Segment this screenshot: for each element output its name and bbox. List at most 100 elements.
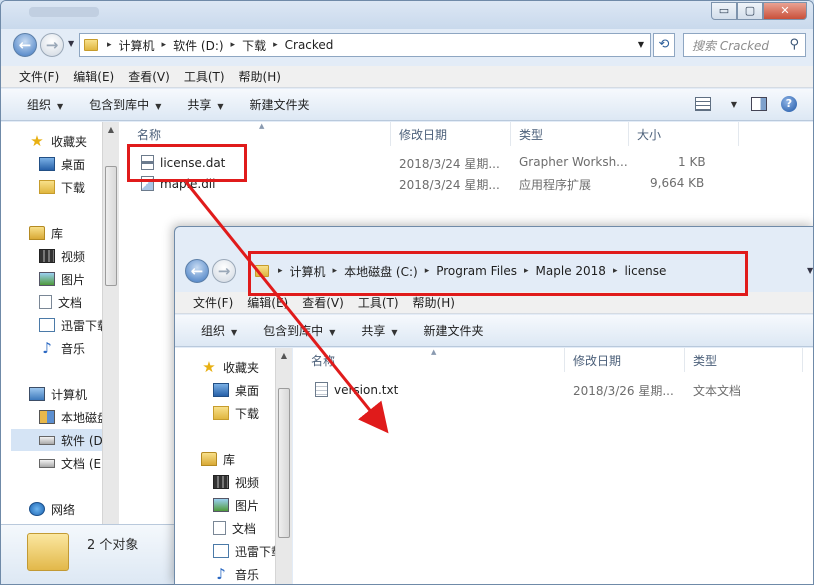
nav-downloads[interactable]: 下载: [213, 402, 259, 424]
menu-file[interactable]: 文件(F): [13, 68, 67, 85]
nav-music[interactable]: ♪ 音乐: [39, 337, 85, 359]
nav-network[interactable]: 网络: [29, 498, 75, 520]
breadcrumb-drive-c[interactable]: 本地磁盘 (C:): [340, 263, 422, 280]
menu-help[interactable]: 帮助(H): [407, 294, 463, 311]
file-row[interactable]: license.dat 2018/3/24 星期... Grapher Work…: [119, 153, 813, 173]
chevron-right-icon[interactable]: ▸: [270, 40, 281, 50]
breadcrumb-computer[interactable]: 计算机: [115, 37, 159, 54]
nav-favorites[interactable]: ★ 收藏夹: [29, 130, 87, 152]
column-size[interactable]: 大小: [629, 122, 739, 146]
nav-computer[interactable]: 计算机: [29, 383, 87, 405]
menu-edit[interactable]: 编辑(E): [67, 68, 122, 85]
column-name[interactable]: 名称: [303, 348, 565, 372]
nav-local-disk[interactable]: 本地磁盘: [39, 406, 109, 428]
view-options-icon[interactable]: [694, 97, 711, 111]
xunlei-icon: [213, 544, 229, 558]
nav-scrollbar[interactable]: ▲: [275, 348, 292, 584]
nav-desktop[interactable]: 桌面: [213, 379, 259, 401]
nav-scrollbar[interactable]: ▲: [102, 122, 119, 524]
breadcrumb-license[interactable]: license: [620, 264, 670, 278]
breadcrumb-program-files[interactable]: Program Files: [432, 264, 521, 278]
nav-video[interactable]: 视频: [213, 471, 259, 493]
breadcrumb-cracked[interactable]: Cracked: [281, 38, 338, 52]
nav-documents[interactable]: 文档: [39, 291, 82, 313]
nav-favorites[interactable]: ★ 收藏夹: [201, 356, 259, 378]
address-bar[interactable]: ▸ 计算机 ▸ 软件 (D:) ▸ 下载 ▸ Cracked ▼: [79, 33, 651, 57]
nav-drive-e[interactable]: 文档 (E:: [39, 452, 105, 474]
forward-button[interactable]: →: [212, 259, 236, 283]
file-row[interactable]: version.txt 2018/3/26 星期... 文本文档: [293, 380, 813, 400]
minimize-button[interactable]: ▭: [711, 2, 737, 20]
share-button[interactable]: 共享 ▼: [349, 322, 411, 339]
new-folder-button[interactable]: 新建文件夹: [412, 322, 498, 339]
breadcrumb-drive-d[interactable]: 软件 (D:): [169, 37, 227, 54]
nav-drive-d[interactable]: 软件 (D: [11, 429, 111, 451]
folder-icon: [255, 265, 269, 277]
chevron-right-icon[interactable]: ▸: [610, 266, 621, 276]
menu-edit[interactable]: 编辑(E): [241, 294, 296, 311]
scroll-thumb[interactable]: [105, 166, 117, 286]
menu-tools[interactable]: 工具(T): [352, 294, 407, 311]
recent-pages-dropdown[interactable]: ▼: [68, 39, 74, 48]
scroll-up-icon[interactable]: ▲: [276, 348, 292, 364]
nav-xunlei[interactable]: 迅雷下载: [39, 314, 109, 336]
chevron-right-icon[interactable]: ▸: [330, 266, 341, 276]
chevron-right-icon[interactable]: ▸: [422, 266, 433, 276]
forward-button[interactable]: →: [40, 33, 64, 57]
nav-downloads[interactable]: 下载: [39, 176, 85, 198]
chevron-right-icon[interactable]: ▸: [104, 40, 115, 50]
scroll-thumb[interactable]: [278, 388, 290, 538]
address-dropdown-icon[interactable]: ▼: [807, 266, 813, 275]
nav-library[interactable]: 库: [29, 222, 63, 244]
nav-music[interactable]: ♪ 音乐: [213, 563, 259, 584]
nav-pictures[interactable]: 图片: [39, 268, 85, 290]
chevron-right-icon[interactable]: ▸: [521, 266, 532, 276]
nav-video[interactable]: 视频: [39, 245, 85, 267]
menu-view[interactable]: 查看(V): [296, 294, 352, 311]
maximize-button[interactable]: ▢: [737, 2, 763, 20]
column-date-modified[interactable]: 修改日期: [565, 348, 685, 372]
share-button[interactable]: 共享 ▼: [175, 96, 237, 113]
nav-pictures[interactable]: 图片: [213, 494, 259, 516]
breadcrumb-computer[interactable]: 计算机: [286, 263, 330, 280]
view-controls: ▼ ?: [694, 96, 797, 112]
scroll-up-icon[interactable]: ▲: [103, 122, 119, 138]
help-icon[interactable]: ?: [781, 96, 797, 112]
menu-tools[interactable]: 工具(T): [178, 68, 233, 85]
nav-documents[interactable]: 文档: [213, 517, 256, 539]
address-bar[interactable]: ▸ 计算机 ▸ 本地磁盘 (C:) ▸ Program Files ▸ Mapl…: [251, 259, 813, 283]
nav-desktop[interactable]: 桌面: [39, 153, 85, 175]
library-icon: [201, 452, 217, 466]
breadcrumb-downloads[interactable]: 下载: [238, 37, 270, 54]
back-button[interactable]: ←: [185, 259, 209, 283]
search-icon[interactable]: ⚲: [789, 37, 799, 52]
chevron-right-icon[interactable]: ▸: [159, 40, 170, 50]
include-in-library-button[interactable]: 包含到库中 ▼: [251, 322, 349, 339]
new-folder-button[interactable]: 新建文件夹: [238, 96, 324, 113]
address-dropdown-icon[interactable]: ▼: [638, 40, 644, 49]
menu-view[interactable]: 查看(V): [122, 68, 178, 85]
chevron-down-icon: ▼: [217, 102, 224, 111]
column-type[interactable]: 类型: [511, 122, 629, 146]
chevron-right-icon[interactable]: ▸: [275, 266, 286, 276]
nav-xunlei[interactable]: 迅雷下载: [213, 540, 283, 562]
refresh-button[interactable]: ⟲: [653, 33, 675, 57]
column-date-modified[interactable]: 修改日期: [391, 122, 511, 146]
include-in-library-button[interactable]: 包含到库中 ▼: [77, 96, 175, 113]
breadcrumb-maple-2018[interactable]: Maple 2018: [532, 264, 610, 278]
back-button[interactable]: ←: [13, 33, 37, 57]
search-input[interactable]: 搜索 Cracked ⚲: [683, 33, 806, 57]
chevron-down-icon[interactable]: ▼: [731, 100, 737, 109]
menu-help[interactable]: 帮助(H): [233, 68, 289, 85]
chevron-right-icon[interactable]: ▸: [228, 40, 239, 50]
column-type[interactable]: 类型: [685, 348, 803, 372]
organize-button[interactable]: 组织 ▼: [15, 96, 77, 113]
menu-file[interactable]: 文件(F): [187, 294, 241, 311]
close-button[interactable]: ✕: [763, 2, 807, 20]
column-name[interactable]: 名称: [129, 122, 391, 146]
nav-library[interactable]: 库: [201, 448, 235, 470]
preview-pane-icon[interactable]: [751, 97, 767, 111]
file-row[interactable]: maple.dll 2018/3/24 星期... 应用程序扩展 9,664 K…: [119, 174, 813, 194]
organize-button[interactable]: 组织 ▼: [189, 322, 251, 339]
menu-bar: 文件(F) 编辑(E) 查看(V) 工具(T) 帮助(H): [175, 292, 813, 314]
